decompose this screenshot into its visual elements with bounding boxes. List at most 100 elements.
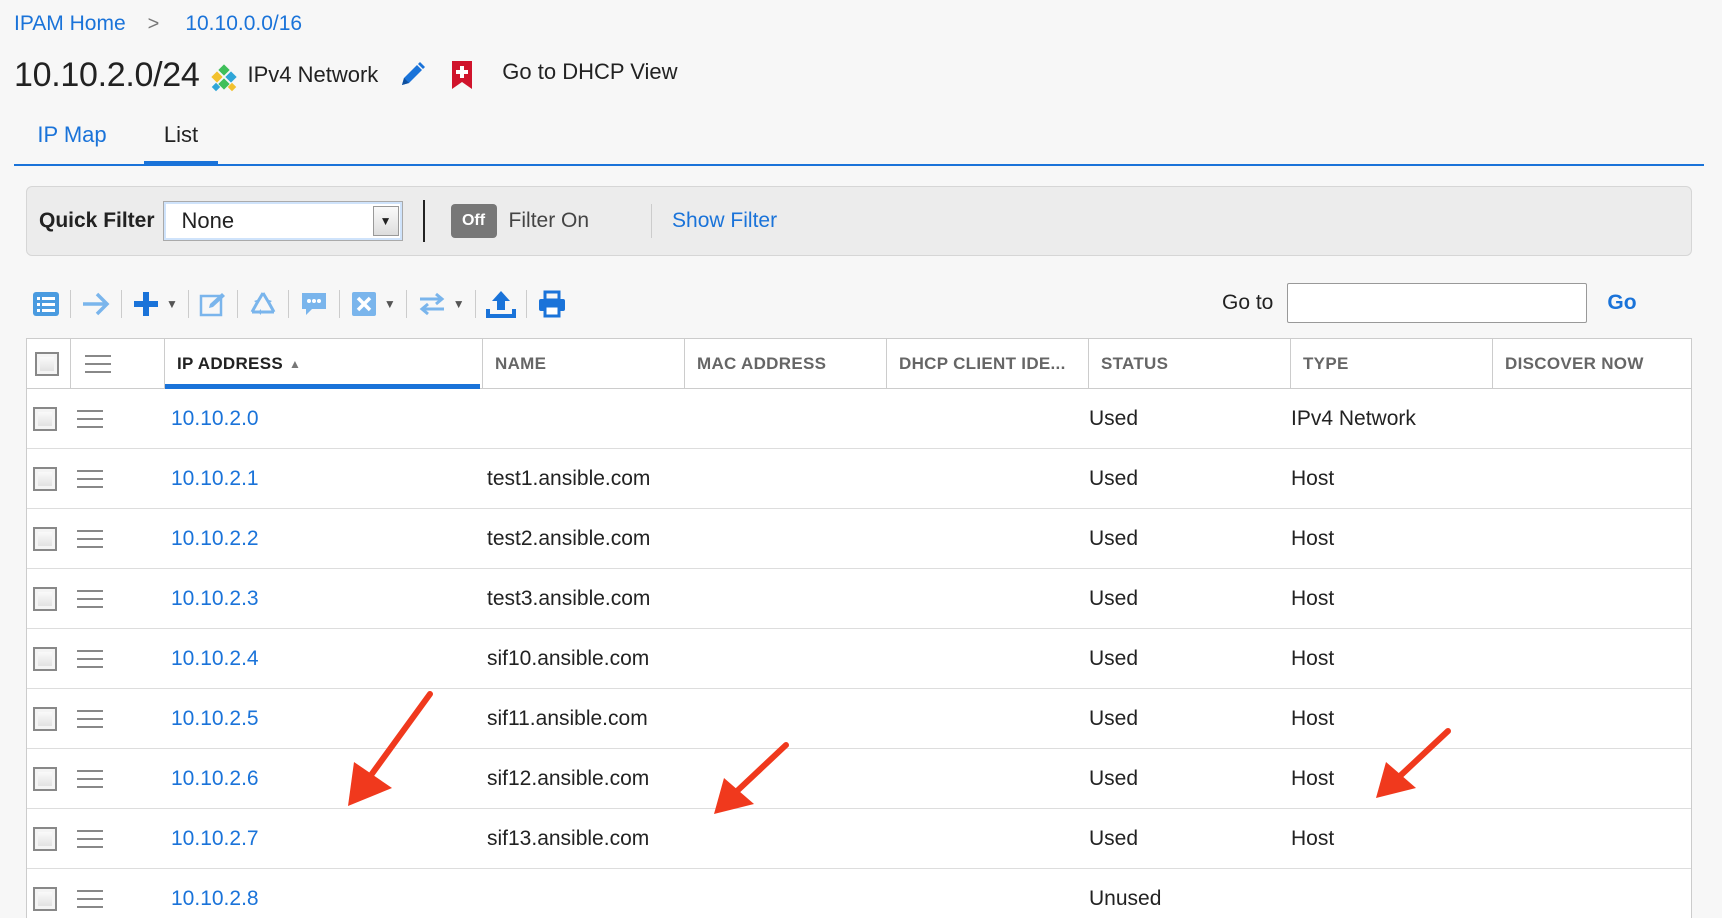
quick-filter-select[interactable]: None ▼ (162, 201, 403, 241)
chevron-down-icon[interactable]: ▼ (384, 297, 396, 311)
go-button[interactable]: Go (1607, 291, 1636, 315)
row-menu-icon[interactable] (77, 590, 103, 608)
cell-ip-address[interactable]: 10.10.2.4 (165, 629, 483, 689)
view-tabs: IP Map List (14, 110, 1704, 166)
delete-icon[interactable]: ▼ (350, 286, 396, 322)
grid-toolbar: ▼ ▼ ▼ (32, 284, 567, 324)
cell-ip-address[interactable]: 10.10.2.8 (165, 869, 483, 918)
breadcrumb-parent-network[interactable]: 10.10.0.0/16 (185, 12, 302, 36)
select-all-checkbox[interactable] (35, 352, 59, 376)
quick-filter-label: Quick Filter (39, 209, 155, 232)
row-checkbox[interactable] (33, 887, 57, 911)
cell-type: Host (1291, 467, 1335, 490)
cell-status: Used (1089, 587, 1139, 610)
table-row[interactable]: 10.10.2.7 sif13.ansible.com Used Host (27, 809, 1691, 869)
row-menu-icon[interactable] (77, 530, 103, 548)
column-header-status[interactable]: STATUS (1089, 339, 1291, 389)
row-menu-icon[interactable] (77, 890, 103, 908)
column-menu-icon[interactable] (85, 355, 111, 373)
upload-icon[interactable] (485, 286, 516, 322)
edit-icon[interactable] (199, 286, 227, 322)
column-header-name[interactable]: NAME (483, 339, 685, 389)
row-menu-icon[interactable] (77, 650, 103, 668)
row-checkbox[interactable] (33, 587, 57, 611)
cell-mac-address (685, 869, 887, 918)
row-checkbox[interactable] (33, 647, 57, 671)
row-select-cell (27, 569, 71, 629)
cell-type: Host (1291, 827, 1335, 850)
cell-dhcp-client-identifier (887, 569, 1089, 629)
table-row[interactable]: 10.10.2.6 sif12.ansible.com Used Host (27, 749, 1691, 809)
column-header-type[interactable]: TYPE (1291, 339, 1493, 389)
cell-ip-address[interactable]: 10.10.2.0 (165, 389, 483, 449)
go-to-dhcp-view-link[interactable]: Go to DHCP View (502, 59, 677, 85)
header-menu-cell (71, 339, 165, 389)
next-arrow-icon[interactable] (81, 286, 111, 322)
goto-input[interactable] (1287, 283, 1588, 323)
list-view-icon[interactable] (32, 286, 60, 322)
cell-ip-address[interactable]: 10.10.2.3 (165, 569, 483, 629)
row-checkbox[interactable] (33, 467, 57, 491)
cell-status: Used (1089, 647, 1139, 670)
row-menu-icon[interactable] (77, 770, 103, 788)
table-row[interactable]: 10.10.2.8 Unused (27, 869, 1691, 918)
cell-status: Used (1089, 767, 1139, 790)
comment-icon[interactable] (299, 286, 329, 322)
cell-name: test1.ansible.com (487, 467, 651, 490)
row-checkbox[interactable] (33, 707, 57, 731)
tab-list[interactable]: List (144, 122, 218, 166)
table-row[interactable]: 10.10.2.4 sif10.ansible.com Used Host (27, 629, 1691, 689)
grid-header: IP ADDRESS ▲ NAME MAC ADDRESS DHCP CLIEN… (27, 339, 1691, 389)
add-icon[interactable]: ▼ (132, 286, 178, 322)
cell-name (483, 389, 685, 449)
bookmark-add-icon[interactable] (450, 60, 474, 90)
chevron-down-icon[interactable]: ▼ (372, 206, 399, 236)
row-select-cell (27, 509, 71, 569)
row-checkbox[interactable] (33, 767, 57, 791)
goto-box: Go to Go (1222, 282, 1637, 324)
edit-pencil-icon[interactable] (396, 59, 428, 91)
row-menu-cell (71, 629, 165, 689)
column-header-discover-now[interactable]: DISCOVER NOW (1493, 339, 1685, 389)
cell-dhcp-client-identifier (887, 389, 1089, 449)
chevron-down-icon[interactable]: ▼ (453, 297, 465, 311)
row-menu-icon[interactable] (77, 830, 103, 848)
column-header-ip-address[interactable]: IP ADDRESS ▲ (165, 339, 483, 389)
column-header-mac-address[interactable]: MAC ADDRESS (685, 339, 887, 389)
table-row[interactable]: 10.10.2.3 test3.ansible.com Used Host (27, 569, 1691, 629)
cell-ip-address[interactable]: 10.10.2.7 (165, 809, 483, 869)
breadcrumb-ipam-home[interactable]: IPAM Home (14, 12, 126, 36)
cell-type: Host (1291, 527, 1335, 550)
row-checkbox[interactable] (33, 527, 57, 551)
table-row[interactable]: 10.10.2.2 test2.ansible.com Used Host (27, 509, 1691, 569)
cell-discover-now (1493, 869, 1685, 918)
cell-ip-address[interactable]: 10.10.2.1 (165, 449, 483, 509)
show-filter-link[interactable]: Show Filter (672, 209, 777, 233)
tab-ip-map[interactable]: IP Map (34, 122, 110, 166)
row-menu-icon[interactable] (77, 470, 103, 488)
breadcrumb: IPAM Home > 10.10.0.0/16 (14, 10, 302, 38)
cell-ip-address[interactable]: 10.10.2.2 (165, 509, 483, 569)
cell-ip-address[interactable]: 10.10.2.5 (165, 689, 483, 749)
print-icon[interactable] (537, 286, 567, 322)
row-menu-icon[interactable] (77, 710, 103, 728)
divider (287, 290, 289, 318)
table-row[interactable]: 10.10.2.5 sif11.ansible.com Used Host (27, 689, 1691, 749)
cell-ip-address[interactable]: 10.10.2.6 (165, 749, 483, 809)
filter-toggle[interactable]: Off (450, 204, 497, 238)
row-menu-cell (71, 809, 165, 869)
column-header-dhcp-client-identifier[interactable]: DHCP CLIENT IDE... (887, 339, 1089, 389)
table-row[interactable]: 10.10.2.0 Used IPv4 Network (27, 389, 1691, 449)
row-checkbox[interactable] (33, 407, 57, 431)
recycle-icon[interactable] (248, 286, 278, 322)
cell-discover-now (1493, 749, 1685, 809)
row-menu-icon[interactable] (77, 410, 103, 428)
row-checkbox[interactable] (33, 827, 57, 851)
table-row[interactable]: 10.10.2.1 test1.ansible.com Used Host (27, 449, 1691, 509)
cell-mac-address (685, 689, 887, 749)
cell-name (483, 869, 685, 918)
filter-on-label: Filter On (508, 209, 590, 232)
swap-icon[interactable]: ▼ (417, 286, 465, 322)
chevron-down-icon[interactable]: ▼ (166, 297, 178, 311)
cell-mac-address (685, 449, 887, 509)
